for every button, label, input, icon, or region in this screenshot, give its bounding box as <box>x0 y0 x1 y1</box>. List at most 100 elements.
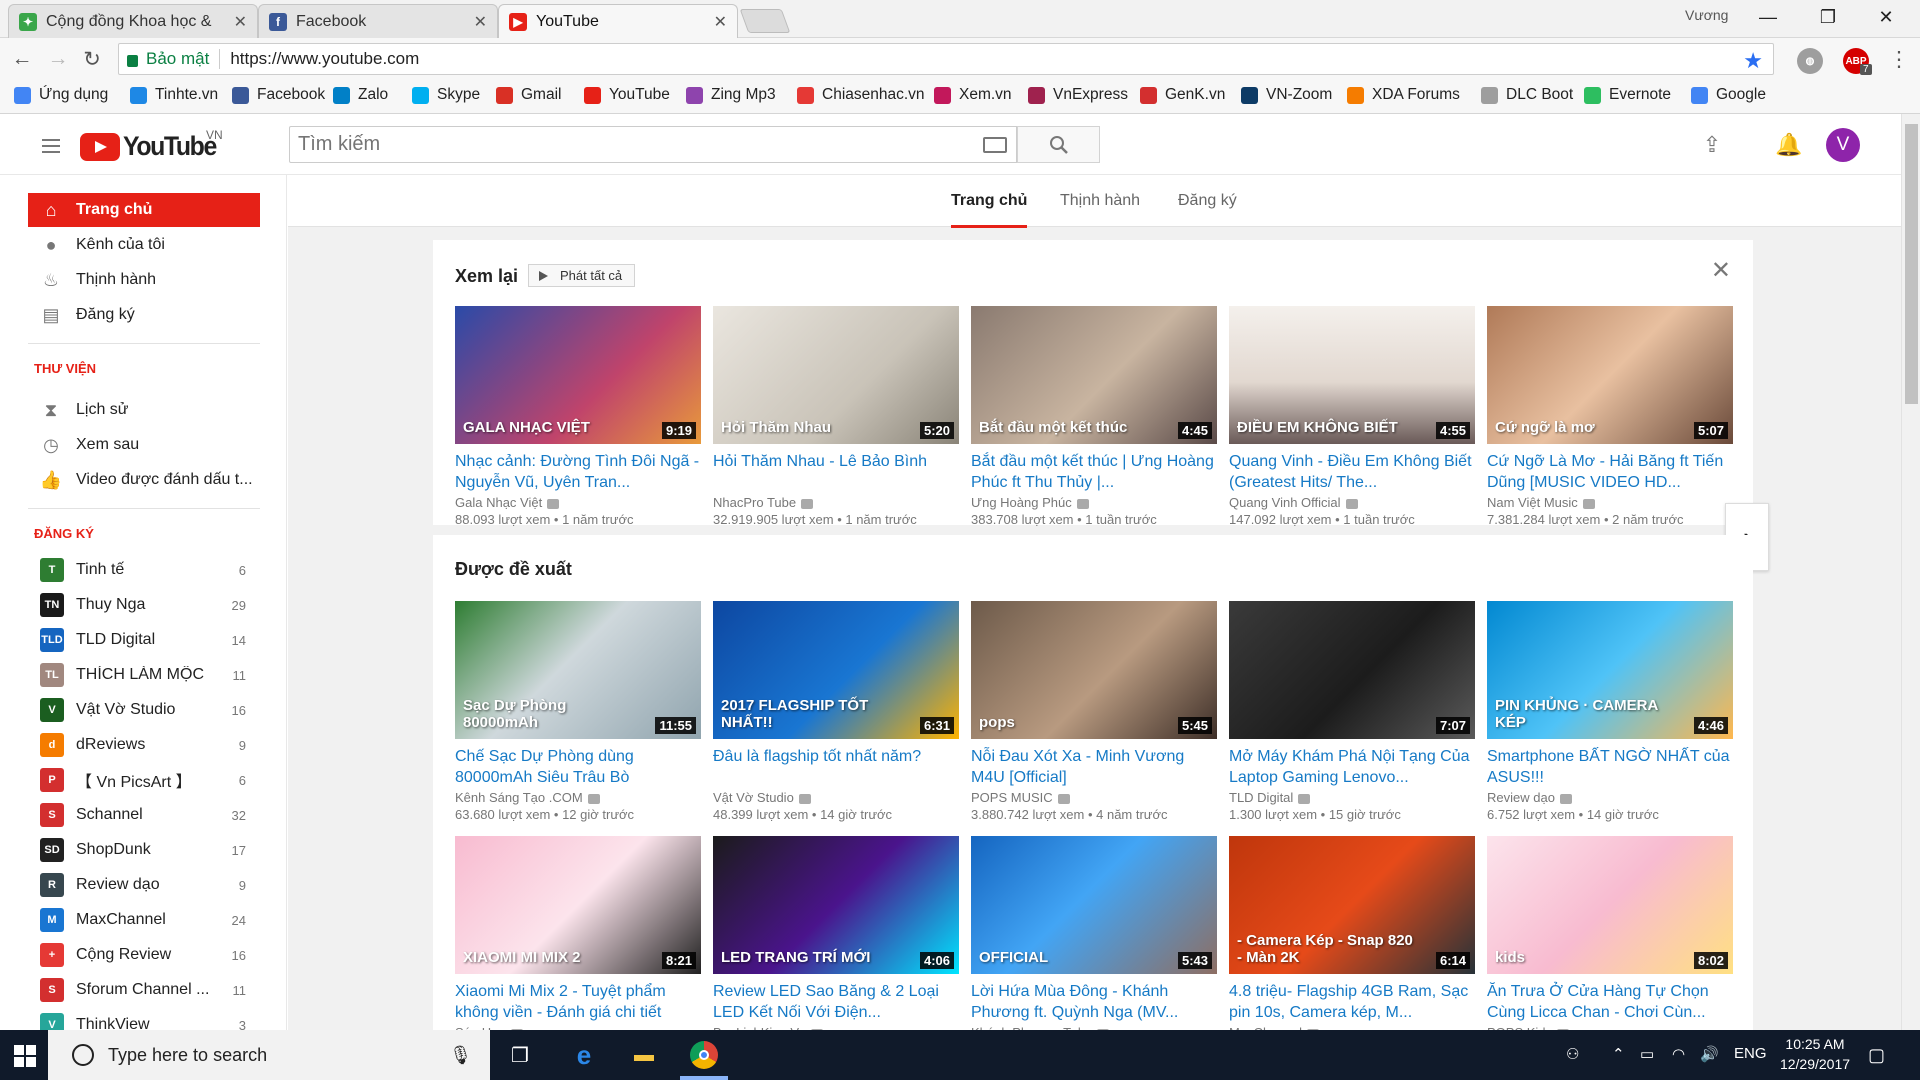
search-button[interactable] <box>1017 126 1100 163</box>
bookmark-apps[interactable]: Ứng dụng <box>14 86 108 104</box>
video-title[interactable]: 4.8 triệu- Flagship 4GB Ram, Sạc pin 10s… <box>1229 981 1475 1023</box>
video-channel[interactable]: Review dạo <box>1487 790 1733 806</box>
close-tab-icon[interactable]: ✕ <box>474 12 487 32</box>
subscription-item[interactable]: S Schannel 32 <box>28 800 260 830</box>
volume-icon[interactable]: 🔊 <box>1700 1045 1719 1063</box>
video-thumbnail[interactable]: LED TRANG TRÍ MỚI 4:06 <box>713 836 959 974</box>
tab-youtube[interactable]: ▶ YouTube ✕ <box>498 4 738 39</box>
video-card[interactable]: XIAOMI MI MIX 2 8:21 Xiaomi Mi Mix 2 - Tuy… <box>455 836 701 1030</box>
video-channel[interactable]: Quang Vinh Official <box>1229 495 1475 511</box>
video-card[interactable]: 7:07 Mở Máy Khám Phá Nội Tạng Của Laptop … <box>1229 601 1475 823</box>
bookmark-star-icon[interactable]: ★ <box>1743 48 1763 74</box>
input-language[interactable]: ENG <box>1734 1045 1767 1062</box>
youtube-logo[interactable]: YouTube <box>80 131 224 162</box>
video-thumbnail[interactable]: Hỏi Thăm Nhau 5:20 <box>713 306 959 444</box>
bookmark-genk[interactable]: GenK.vn <box>1140 86 1225 104</box>
video-card[interactable]: Bắt đầu một kết thúc 4:45 Bắt đầu một kết … <box>971 306 1217 528</box>
subscription-item[interactable]: TL THÍCH LÀM MỘC 11 <box>28 660 260 690</box>
bookmark-tinhte[interactable]: Tinhte.vn <box>130 86 218 104</box>
bookmark-youtube[interactable]: YouTube <box>584 86 670 104</box>
close-tab-icon[interactable]: ✕ <box>714 12 727 32</box>
video-thumbnail[interactable]: GALA NHẠC VIỆT 9:19 <box>455 306 701 444</box>
keyboard-icon[interactable] <box>983 137 1007 153</box>
bookmark-chiasenhac[interactable]: Chiasenhac.vn <box>797 86 925 104</box>
forward-arrow-icon[interactable]: → <box>44 46 72 72</box>
sidebar-item-thumbs-up[interactable]: 👍 Video được đánh dấu t... <box>28 463 260 497</box>
video-title[interactable]: Xiaomi Mi Mix 2 - Tuyệt phẩm không viền … <box>455 981 701 1023</box>
chrome-icon[interactable] <box>690 1041 718 1069</box>
new-tab-button[interactable] <box>739 9 791 33</box>
play-all-button[interactable]: Phát tất cả <box>528 264 636 287</box>
bookmark-xemvn[interactable]: Xem.vn <box>934 86 1012 104</box>
video-card[interactable]: ĐIỀU EM KHÔNG BIẾT 4:55 Quang Vinh - Điều … <box>1229 306 1475 528</box>
tray-chevron-icon[interactable]: ⌃ <box>1612 1045 1625 1063</box>
windows-start-icon[interactable] <box>14 1045 36 1067</box>
bookmark-facebook[interactable]: Facebook <box>232 86 325 104</box>
extension-globe-icon[interactable]: ◍ <box>1797 48 1823 74</box>
video-title[interactable]: Hỏi Thăm Nhau - Lê Bảo Bình <box>713 451 959 493</box>
video-card[interactable]: OFFICIAL 5:43 Lời Hứa Mùa Đông - Khánh Phư… <box>971 836 1217 1030</box>
video-card[interactable]: Sạc Dự Phòng 80000mAh 11:55 Chế Sạc Dự Phò… <box>455 601 701 823</box>
close-tab-icon[interactable]: ✕ <box>234 12 247 32</box>
taskbar-search[interactable]: Type here to search 🎙 <box>48 1030 490 1080</box>
action-center-icon[interactable]: ▢ <box>1868 1045 1885 1066</box>
video-channel[interactable]: Nam Việt Music <box>1487 495 1733 511</box>
video-title[interactable]: Cứ Ngỡ Là Mơ - Hải Băng ft Tiến Dũng [MU… <box>1487 451 1733 493</box>
subscription-item[interactable]: P 【 Vn PicsArt 】 6 <box>28 765 260 795</box>
video-thumbnail[interactable]: Bắt đầu một kết thúc 4:45 <box>971 306 1217 444</box>
video-thumbnail[interactable]: ĐIỀU EM KHÔNG BIẾT 4:55 <box>1229 306 1475 444</box>
wifi-icon[interactable]: ◠ <box>1672 1045 1685 1063</box>
video-thumbnail[interactable]: OFFICIAL 5:43 <box>971 836 1217 974</box>
video-channel[interactable]: Kênh Sáng Tạo .COM <box>455 790 701 806</box>
sidebar-item-subscriptions[interactable]: ▤ Đăng ký <box>28 298 260 332</box>
bookmark-google[interactable]: Google <box>1691 86 1766 104</box>
video-title[interactable]: Đâu là flagship tốt nhất năm? <box>713 746 959 788</box>
minimize-icon[interactable]: — <box>1740 2 1796 32</box>
subscription-item[interactable]: R Review dạo 9 <box>28 870 260 900</box>
video-channel[interactable]: POPS MUSIC <box>971 790 1217 806</box>
video-card[interactable]: pops 5:45 Nỗi Đau Xót Xa - Minh Vương M4U … <box>971 601 1217 823</box>
subscription-item[interactable]: V ThinkView 3 <box>28 1010 260 1030</box>
video-thumbnail[interactable]: kids 8:02 <box>1487 836 1733 974</box>
video-card[interactable]: Hỏi Thăm Nhau 5:20 Hỏi Thăm Nhau - Lê Bảo … <box>713 306 959 528</box>
bookmark-evernote[interactable]: Evernote <box>1584 86 1671 104</box>
battery-icon[interactable]: ▭ <box>1640 1045 1654 1063</box>
task-view-icon[interactable]: ❐ <box>506 1041 534 1069</box>
close-shelf-icon[interactable]: ✕ <box>1711 256 1731 285</box>
sidebar-item-watch-later-clock[interactable]: ◷ Xem sau <box>28 428 260 462</box>
sidebar-item-home[interactable]: ⌂ Trang chủ <box>28 193 260 227</box>
bookmark-xda[interactable]: XDA Forums <box>1347 86 1460 104</box>
upload-icon[interactable]: ⇪ <box>1699 132 1725 158</box>
video-channel[interactable]: Ưng Hoàng Phúc <box>971 495 1217 511</box>
video-title[interactable]: Mở Máy Khám Phá Nội Tạng Của Laptop Gami… <box>1229 746 1475 788</box>
edge-browser-icon[interactable]: e <box>570 1040 598 1070</box>
sidebar-item-history-hourglass[interactable]: ⧗ Lịch sử <box>28 393 260 427</box>
back-arrow-icon[interactable]: ← <box>8 46 36 72</box>
video-title[interactable]: Nỗi Đau Xót Xa - Minh Vương M4U [Officia… <box>971 746 1217 788</box>
menu-dots-icon[interactable]: ⋮ <box>1885 46 1913 72</box>
bookmark-gmail[interactable]: Gmail <box>496 86 561 104</box>
avatar[interactable]: V <box>1826 128 1860 162</box>
subscription-item[interactable]: + Cộng Review 16 <box>28 940 260 970</box>
subscription-item[interactable]: V Vật Vờ Studio 16 <box>28 695 260 725</box>
video-card[interactable]: PIN KHỦNG · CAMERA KÉP 4:46 Smartphone BẤT… <box>1487 601 1733 823</box>
sidebar-item-account[interactable]: ● Kênh của tôi <box>28 228 260 262</box>
url-text[interactable]: https://www.youtube.com <box>230 49 419 69</box>
reload-icon[interactable]: ↻ <box>78 46 106 72</box>
video-thumbnail[interactable]: - Camera Kép - Snap 820 - Màn 2K 6:14 <box>1229 836 1475 974</box>
notifications-bell-icon[interactable]: 🔔 <box>1775 132 1802 158</box>
people-icon[interactable]: ⚇ <box>1566 1045 1579 1063</box>
video-channel[interactable]: Gala Nhạc Việt <box>455 495 701 511</box>
restore-icon[interactable]: ❐ <box>1800 2 1856 32</box>
video-card[interactable]: 2017 FLAGSHIP TỐT NHẤT!! 6:31 Đâu là flags… <box>713 601 959 823</box>
bookmark-vnzoom[interactable]: VN-Zoom <box>1241 86 1332 104</box>
close-window-icon[interactable]: ✕ <box>1858 2 1914 32</box>
tab-subscriptions[interactable]: Đăng ký <box>1178 192 1237 210</box>
file-explorer-icon[interactable]: ▬ <box>630 1041 658 1069</box>
bookmark-zalo[interactable]: Zalo <box>333 86 388 104</box>
tab-home[interactable]: Trang chủ <box>951 192 1028 228</box>
subscription-item[interactable]: T Tinh tế 6 <box>28 555 260 585</box>
subscription-item[interactable]: d dReviews 9 <box>28 730 260 760</box>
video-title[interactable]: Quang Vinh - Điều Em Không Biết (Greates… <box>1229 451 1475 493</box>
microphone-icon[interactable]: 🎙 <box>449 1045 472 1066</box>
